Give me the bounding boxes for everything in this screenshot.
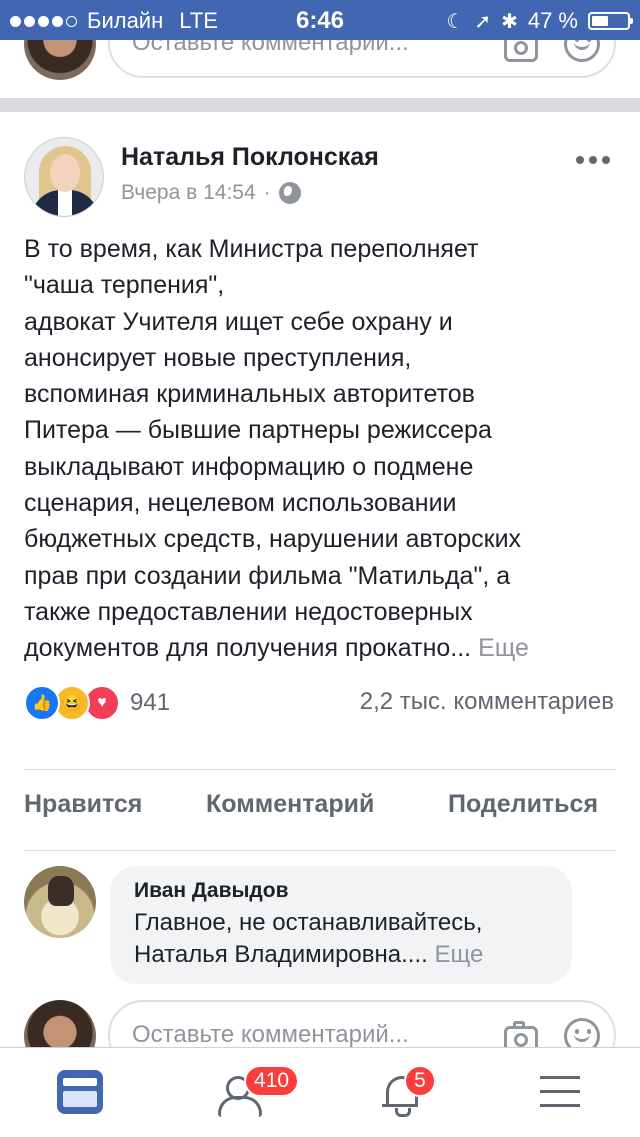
location-arrow-icon: ➚ [474,10,492,33]
tab-menu[interactable] [480,1048,640,1137]
post-text-line: вспоминая криминальных авторитетов [24,380,475,409]
commenter-name[interactable]: Иван Давыдов [134,878,548,904]
comment-see-more-link[interactable]: Еще [434,941,483,968]
post-text-line: сценария, нецелевом использовании [24,489,457,518]
comment-text-last: Наталья Владимировна.... [134,941,428,968]
battery-icon [588,12,633,30]
friend-requests-badge: 410 [244,1065,300,1097]
post-author[interactable]: Наталья Поклонская [121,143,379,172]
comments-count-link[interactable]: 2,2 тыс. комментариев [360,688,614,716]
status-right: ☾ ➚ ✱ 47 % [446,8,633,34]
post-text-line: анонсирует новые преступления, [24,343,412,372]
tab-friend-requests[interactable]: 410 [160,1048,320,1137]
post-actions: Нравится Комментарий Поделиться [0,790,640,830]
status-bar: Билайн LTE 6:46 ☾ ➚ ✱ 47 % [0,0,640,40]
comment-text-line: Наталья Владимировна.... Еще [134,939,548,971]
post-text-line: Питера — бывшие партнеры режиссера [24,416,492,445]
globe-icon [278,182,301,204]
comment-placeholder: Оставьте комментарий... [132,1021,409,1048]
post-text-line: прав при создании фильма "Матильда", а [24,561,511,590]
comment-button[interactable]: Комментарий [206,790,374,819]
author-avatar[interactable] [24,137,104,217]
comment-text: Главное, не останавливайтесь, Наталья Вл… [134,907,548,971]
reactions-summary[interactable]: 👍 😆 ♥ 941 [24,685,170,721]
news-feed-icon [57,1070,103,1114]
post-timestamp[interactable]: Вчера в 14:54 [121,181,256,205]
emoji-icon[interactable] [564,40,600,62]
post-text-line: В то время, как Министра переполняет [24,235,479,263]
battery-percent: 47 % [527,8,578,33]
post-text-line: выкладывают информацию о подмене [24,452,474,481]
see-more-link[interactable]: Еще [478,634,529,662]
moon-icon: ☾ [446,10,465,33]
comment-placeholder: Оставьте комментарий... [132,40,409,56]
like-reaction-icon: 👍 [24,685,60,721]
meta-separator: · [263,181,271,204]
post-text-line: документов для получения прокатно... Еще [24,630,620,666]
comment-text-line: Главное, не останавливайтесь, [134,909,483,936]
post-text-last: документов для получения прокатно... [24,634,472,663]
comment-bubble[interactable]: Иван Давыдов Главное, не останавливайтес… [110,866,572,984]
avatar [24,40,96,80]
post-text-line: "чаша терпения", [24,271,225,300]
feed-separator [0,98,640,112]
bluetooth-icon: ✱ [501,10,518,33]
more-options-icon[interactable] [576,152,616,168]
notifications-badge: 5 [404,1065,436,1097]
tab-bar: 410 5 [0,1047,640,1137]
reaction-count: 941 [130,689,171,716]
post-text: В то время, как Министра переполняет "ча… [24,231,620,667]
like-button[interactable]: Нравится [24,790,142,819]
tab-news-feed[interactable] [0,1048,160,1137]
post-text-line: бюджетных средств, нарушении авторских [24,525,522,554]
divider [24,769,616,770]
previous-comment-row: Оставьте комментарий... [0,40,640,98]
menu-icon [540,1076,580,1108]
commenter-avatar[interactable] [24,866,96,938]
post-text-line: также предоставлении недостоверных [24,597,473,626]
post-text-line: адвокат Учителя ищет себе охрану и [24,307,453,336]
post-meta: Вчера в 14:54 · [121,181,301,205]
comment-input[interactable]: Оставьте комментарий... [108,40,616,78]
share-button[interactable]: Поделиться [448,790,598,819]
tab-notifications[interactable]: 5 [320,1048,480,1137]
divider [24,850,616,851]
camera-icon[interactable] [504,40,538,62]
